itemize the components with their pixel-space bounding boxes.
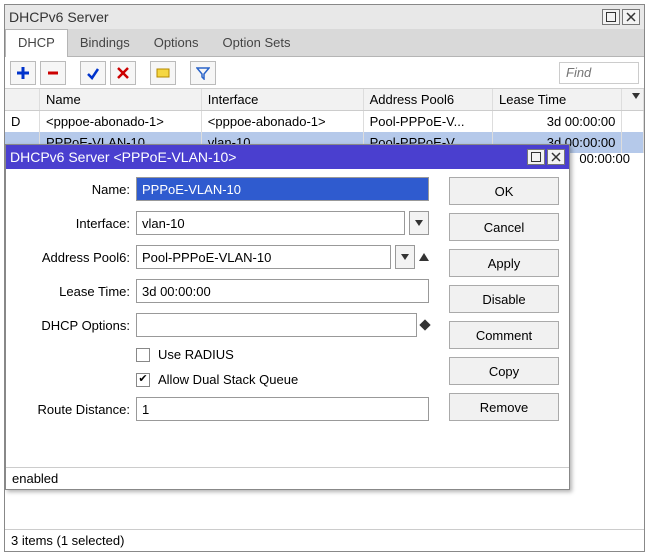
use-radius-checkbox[interactable]	[136, 348, 150, 362]
col-address-pool6[interactable]: Address Pool6	[363, 89, 492, 111]
name-field[interactable]	[136, 177, 429, 201]
route-distance-field[interactable]	[136, 397, 429, 421]
dialog-close-button[interactable]	[547, 149, 565, 165]
col-lease-time[interactable]: Lease Time	[492, 89, 621, 111]
tab-dhcp[interactable]: DHCP	[5, 29, 68, 57]
disable-button[interactable]: Disable	[449, 285, 559, 313]
dhcp-options-expand-icon[interactable]	[419, 319, 430, 330]
lease-time-field[interactable]	[136, 279, 429, 303]
dhcpv6-server-window: DHCPv6 Server DHCP Bindings Options Opti…	[4, 4, 645, 552]
tabbar: DHCP Bindings Options Option Sets	[5, 29, 644, 57]
add-icon[interactable]	[10, 61, 36, 85]
server-edit-dialog: DHCPv6 Server <PPPoE-VLAN-10> Name: Inte…	[5, 144, 570, 490]
address-pool6-label: Address Pool6:	[16, 250, 136, 265]
dhcp-options-label: DHCP Options:	[16, 318, 136, 333]
col-flag[interactable]	[5, 89, 40, 111]
remove-button[interactable]: Remove	[449, 393, 559, 421]
enable-icon[interactable]	[80, 61, 106, 85]
allow-dual-stack-checkbox[interactable]	[136, 373, 150, 387]
tab-option-sets[interactable]: Option Sets	[211, 29, 303, 56]
allow-dual-stack-label: Allow Dual Stack Queue	[158, 372, 298, 387]
tab-bindings[interactable]: Bindings	[68, 29, 142, 56]
filter-icon[interactable]	[190, 61, 216, 85]
dhcp-options-field[interactable]	[136, 313, 417, 337]
status-bar: 3 items (1 selected)	[5, 529, 644, 551]
table-area: Name Interface Address Pool6 Lease Time …	[5, 89, 644, 529]
window-title: DHCPv6 Server	[9, 9, 602, 25]
toolbar	[5, 57, 644, 89]
table-row[interactable]: D <pppoe-abonado-1> <pppoe-abonado-1> Po…	[5, 111, 644, 133]
comment-button[interactable]: Comment	[449, 321, 559, 349]
column-menu-icon[interactable]	[632, 93, 640, 99]
find-input[interactable]	[559, 62, 639, 84]
cancel-button[interactable]: Cancel	[449, 213, 559, 241]
dialog-status: enabled	[6, 467, 569, 489]
collapse-up-icon[interactable]	[419, 253, 429, 261]
ok-button[interactable]: OK	[449, 177, 559, 205]
use-radius-label: Use RADIUS	[158, 347, 234, 362]
interface-dropdown-icon[interactable]	[409, 211, 429, 235]
dialog-titlebar[interactable]: DHCPv6 Server <PPPoE-VLAN-10>	[6, 145, 569, 169]
disable-icon[interactable]	[110, 61, 136, 85]
dialog-title: DHCPv6 Server <PPPoE-VLAN-10>	[10, 149, 527, 165]
col-menu[interactable]	[622, 89, 644, 111]
address-pool6-field[interactable]	[136, 245, 391, 269]
partial-lease-time: 00:00:00	[579, 151, 630, 166]
remove-icon[interactable]	[40, 61, 66, 85]
dialog-maximize-button[interactable]	[527, 149, 545, 165]
address-pool6-dropdown-icon[interactable]	[395, 245, 415, 269]
route-distance-label: Route Distance:	[16, 402, 136, 417]
button-column: OK Cancel Apply Disable Comment Copy Rem…	[439, 169, 569, 467]
tab-options[interactable]: Options	[142, 29, 211, 56]
apply-button[interactable]: Apply	[449, 249, 559, 277]
col-name[interactable]: Name	[40, 89, 202, 111]
interface-label: Interface:	[16, 216, 136, 231]
copy-button[interactable]: Copy	[449, 357, 559, 385]
maximize-button[interactable]	[602, 9, 620, 25]
interface-field[interactable]	[136, 211, 405, 235]
titlebar: DHCPv6 Server	[5, 5, 644, 29]
comment-icon[interactable]	[150, 61, 176, 85]
name-label: Name:	[16, 182, 136, 197]
lease-time-label: Lease Time:	[16, 284, 136, 299]
close-button[interactable]	[622, 9, 640, 25]
form: Name: Interface: Address Pool6:	[6, 169, 439, 467]
col-interface[interactable]: Interface	[201, 89, 363, 111]
